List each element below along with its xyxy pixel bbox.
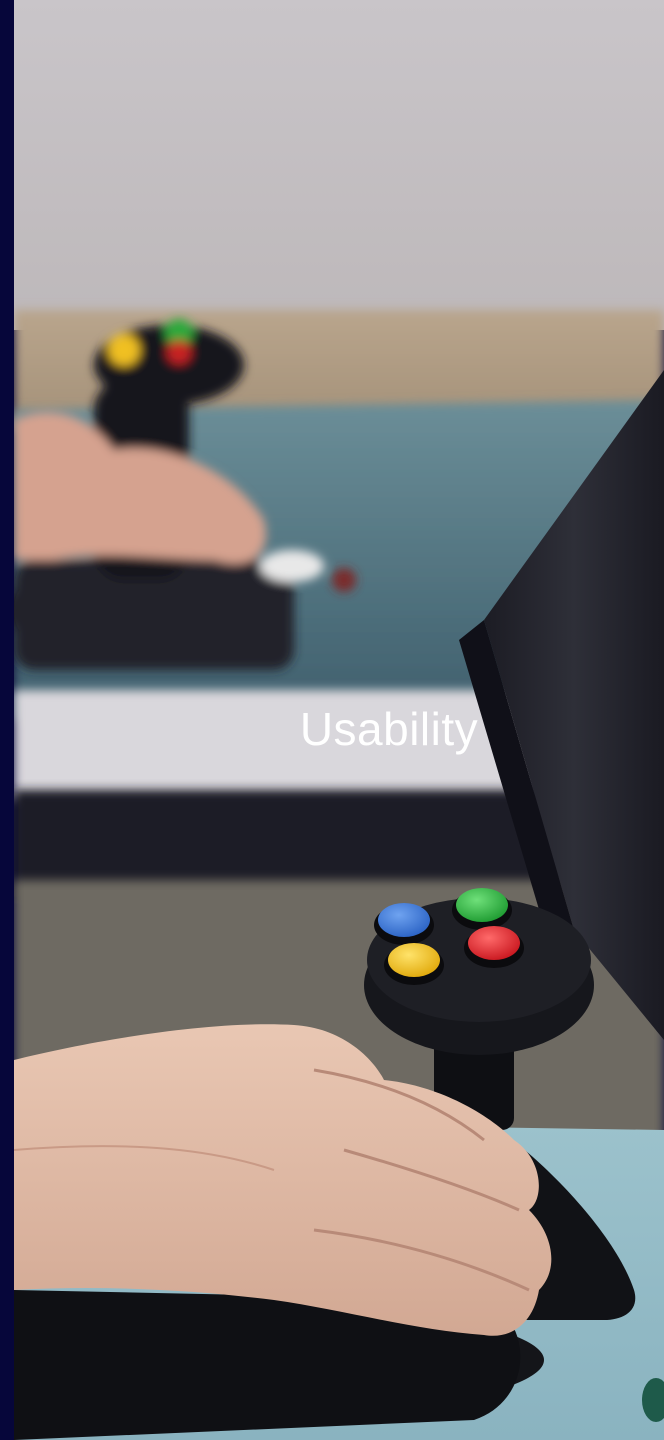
caption-text: Usability — [299, 703, 479, 755]
left-border-bar — [0, 0, 14, 1440]
slide-page: Usability — [0, 0, 664, 1440]
slide-caption: Usability — [14, 702, 664, 756]
wall — [14, 0, 664, 330]
